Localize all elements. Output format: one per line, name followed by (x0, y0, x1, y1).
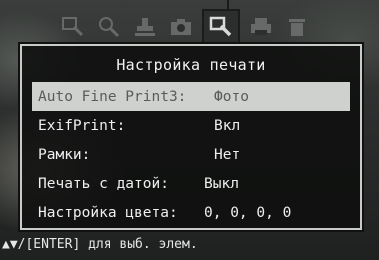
menu-title: Настройка печати (116, 56, 266, 74)
printer-icon[interactable] (246, 13, 276, 41)
menu-item-label: Печать с датой: (38, 175, 169, 192)
zoom-circle-icon[interactable] (94, 13, 124, 41)
menu-item-exifprint[interactable]: ExifPrint: Вкл (32, 111, 350, 140)
menu-item-value: Нет (214, 146, 241, 163)
menu-item-value: Фото (214, 88, 249, 105)
help-hint: ▲▼/[ENTER] для выб. элем. (2, 237, 198, 252)
toolbar (58, 9, 378, 45)
menu-item-label: ExifPrint: (38, 117, 126, 134)
menu-list: Auto Fine Print3: Фото ExifPrint: Вкл Ра… (32, 82, 350, 227)
menu-item-label: Настройка цвета: (38, 204, 178, 221)
menu-item-value: Вкл (214, 117, 241, 134)
menu-item-value: 0, 0, 0, 0 (204, 204, 292, 221)
trash-icon[interactable] (282, 13, 312, 41)
print-settings-menu: Настройка печати Auto Fine Print3: Фото … (20, 44, 362, 230)
menu-item-label: Auto Fine Print3: (38, 88, 187, 105)
zoom-rect-icon[interactable] (58, 13, 88, 41)
menu-item-label: Рамки: (38, 146, 91, 163)
stamp-icon[interactable] (130, 13, 160, 41)
menu-item-value: Выкл (204, 175, 239, 192)
menu-item-color-adjust[interactable]: Настройка цвета: 0, 0, 0, 0 (32, 198, 350, 227)
menu-item-date-print[interactable]: Печать с датой: Выкл (32, 169, 350, 198)
menu-item-frames[interactable]: Рамки: Нет (32, 140, 350, 169)
menu-item-auto-fine-print[interactable]: Auto Fine Print3: Фото (32, 82, 350, 111)
camera-icon[interactable] (166, 13, 196, 41)
print-setup-icon[interactable] (202, 9, 240, 45)
